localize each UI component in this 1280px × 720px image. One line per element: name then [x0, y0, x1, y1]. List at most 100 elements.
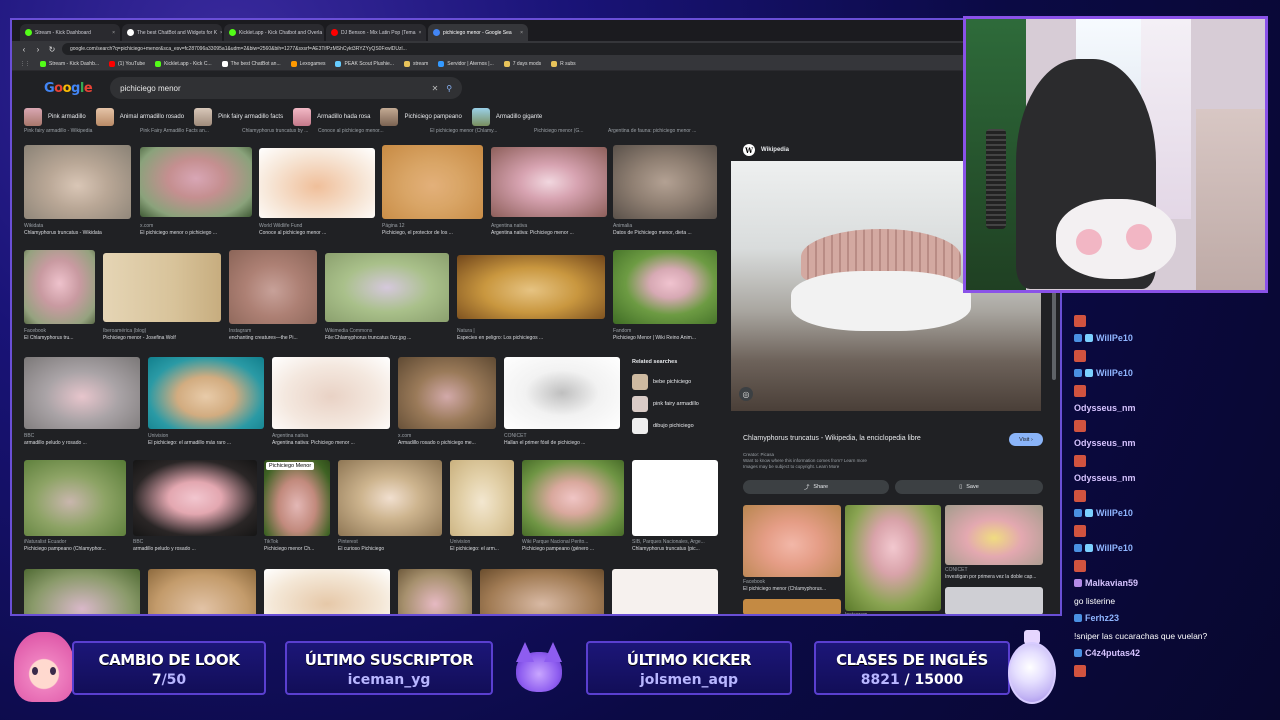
result-image[interactable] — [24, 250, 95, 324]
chat-user[interactable]: Malkavian59 — [1074, 575, 1280, 593]
chip-armadillo-gigante[interactable]: Armadillo gigante — [471, 108, 542, 126]
bookmark-item[interactable]: The best ChatBot an... — [221, 60, 281, 67]
more-image[interactable] — [743, 505, 841, 577]
close-icon[interactable]: × — [112, 30, 115, 36]
result-image[interactable] — [398, 357, 496, 429]
chat-user[interactable]: Odysseus_nm — [1074, 435, 1280, 453]
chat-username[interactable]: Odysseus_nm — [1074, 438, 1136, 448]
close-icon[interactable]: × — [520, 30, 523, 36]
bookmark-item[interactable]: Servidor | Aternos |... — [438, 60, 494, 67]
save-button[interactable]: ▯ Save — [895, 480, 1043, 494]
result-image[interactable] — [103, 253, 221, 322]
result-image[interactable] — [24, 569, 140, 614]
result-image[interactable] — [24, 460, 126, 536]
chat-username[interactable]: WillPe10 — [1096, 368, 1133, 378]
chat-username[interactable]: WillPe10 — [1096, 333, 1133, 343]
forward-icon[interactable]: › — [34, 45, 42, 54]
result-image[interactable] — [24, 145, 131, 219]
panel-title[interactable]: Chlamyphorus truncatus - Wikipedia, la e… — [743, 435, 921, 442]
result-image[interactable] — [613, 250, 717, 324]
result-image[interactable] — [264, 569, 390, 614]
chat-username[interactable]: Malkavian59 — [1085, 578, 1138, 588]
chat-user[interactable]: WillPe10 — [1074, 540, 1280, 558]
chip-pink-armadillo[interactable]: Pink armadillo — [24, 108, 86, 126]
related-item[interactable]: dibujo pichiciego — [632, 415, 728, 437]
google-logo[interactable]: Google — [44, 81, 93, 96]
result-image[interactable] — [133, 460, 257, 536]
bookmark-item[interactable]: Kicklet.app - Kick C... — [155, 60, 212, 67]
result-image[interactable] — [632, 460, 718, 536]
chat-username[interactable]: Ferhz23 — [1085, 613, 1119, 623]
result-image[interactable] — [272, 357, 390, 429]
close-icon[interactable]: × — [220, 30, 222, 36]
chat-username[interactable]: WillPe10 — [1096, 543, 1133, 553]
bookmark-folder[interactable]: 7 days mods — [503, 60, 541, 67]
bookmark-label: stream — [412, 60, 429, 67]
url-field[interactable]: google.com/search?q=pichiciego+menor&sca… — [62, 43, 1024, 55]
chip-pichiciego-pampeano[interactable]: Pichiciego pampeano — [380, 108, 462, 126]
related-item[interactable]: pink fairy armadillo — [632, 393, 728, 415]
chat-user[interactable]: WillPe10 — [1074, 365, 1280, 383]
result-image[interactable] — [613, 145, 717, 219]
chat-username[interactable]: Odysseus_nm — [1074, 403, 1136, 413]
bookmark-item[interactable]: Stream - Kick Dashb... — [40, 60, 99, 67]
tab-kicklet[interactable]: Kicklet.app - Kick Chatbot and Overla× — [224, 24, 324, 41]
result-image[interactable] — [148, 569, 256, 614]
result-image[interactable] — [325, 253, 449, 322]
visit-button[interactable]: Visit › — [1009, 433, 1043, 446]
bookmark-item[interactable]: (1) YouTube — [109, 60, 145, 67]
result-image[interactable] — [148, 357, 264, 429]
related-item[interactable]: bebe pichiciego — [632, 371, 728, 393]
chat-user[interactable]: WillPe10 — [1074, 505, 1280, 523]
result-image[interactable] — [229, 250, 317, 324]
chat-username[interactable]: WillPe10 — [1096, 508, 1133, 518]
close-icon[interactable]: × — [418, 30, 421, 36]
search-box[interactable]: pichiciego menor ✕ ⚲ — [110, 77, 463, 99]
chip-pink-fairy-facts[interactable]: Pink fairy armadillo facts — [194, 108, 283, 126]
result-image[interactable] — [338, 460, 442, 536]
apps-icon[interactable]: ⋮⋮ — [20, 61, 30, 67]
result-title: armadillo peludo y rosado ... — [133, 545, 196, 552]
clear-icon[interactable]: ✕ — [432, 84, 439, 93]
chat-user[interactable]: Odysseus_nm — [1074, 470, 1280, 488]
chat-user[interactable]: Odysseus_nm — [1074, 400, 1280, 418]
result-image[interactable] — [450, 460, 514, 536]
search-icon[interactable]: ⚲ — [446, 84, 452, 93]
share-button[interactable]: ⤴ Share — [743, 480, 889, 494]
chip-armadillo-hada-rosa[interactable]: Armadillo hada rosa — [293, 108, 370, 126]
result-title: enchanting creatures—the Pi... — [229, 334, 298, 341]
result-image[interactable] — [480, 569, 604, 614]
result-image[interactable] — [457, 255, 605, 319]
bookmark-folder[interactable]: stream — [403, 60, 429, 67]
result-image[interactable] — [264, 460, 330, 536]
result-image[interactable] — [612, 569, 718, 614]
tab-chatbot[interactable]: The best ChatBot and Widgets for K× — [122, 24, 222, 41]
chat-user[interactable]: WillPe10 — [1074, 330, 1280, 348]
result-image[interactable] — [522, 460, 624, 536]
result-image[interactable] — [259, 148, 375, 218]
lens-icon[interactable]: ◎ — [739, 387, 753, 401]
bookmark-item[interactable]: PEAK Scout Plushie... — [335, 60, 394, 67]
chat-user[interactable]: Ferhz23 — [1074, 610, 1280, 628]
more-image[interactable] — [743, 599, 841, 614]
more-image[interactable] — [945, 505, 1043, 565]
result-image[interactable] — [382, 145, 483, 219]
tab-google-search[interactable]: pichiciego menor - Google Sea × — [428, 24, 528, 41]
result-image[interactable] — [24, 357, 140, 429]
result-title: Pichiciego Menor | Wiki Reino Anim... — [613, 334, 696, 341]
more-image[interactable] — [945, 587, 1043, 614]
result-image[interactable] — [398, 569, 472, 614]
search-input[interactable]: pichiciego menor — [120, 84, 423, 93]
tab-youtube[interactable]: DJ Benson - Mix Latin Pop (Tema × — [326, 24, 426, 41]
chat-username[interactable]: Odysseus_nm — [1074, 473, 1136, 483]
bookmark-item[interactable]: Lexogames — [290, 60, 325, 67]
more-image[interactable] — [845, 505, 941, 611]
result-image[interactable] — [504, 357, 620, 429]
result-image[interactable] — [491, 147, 607, 217]
chip-animal-armadillo-rosado[interactable]: Animal armadillo rosado — [95, 108, 184, 126]
bookmark-folder[interactable]: R subs — [551, 60, 576, 67]
result-image[interactable] — [140, 147, 252, 217]
back-icon[interactable]: ‹ — [20, 45, 28, 54]
tab-kick-dashboard[interactable]: Stream - Kick Dashboard × — [20, 24, 120, 41]
reload-icon[interactable]: ↻ — [48, 45, 56, 54]
